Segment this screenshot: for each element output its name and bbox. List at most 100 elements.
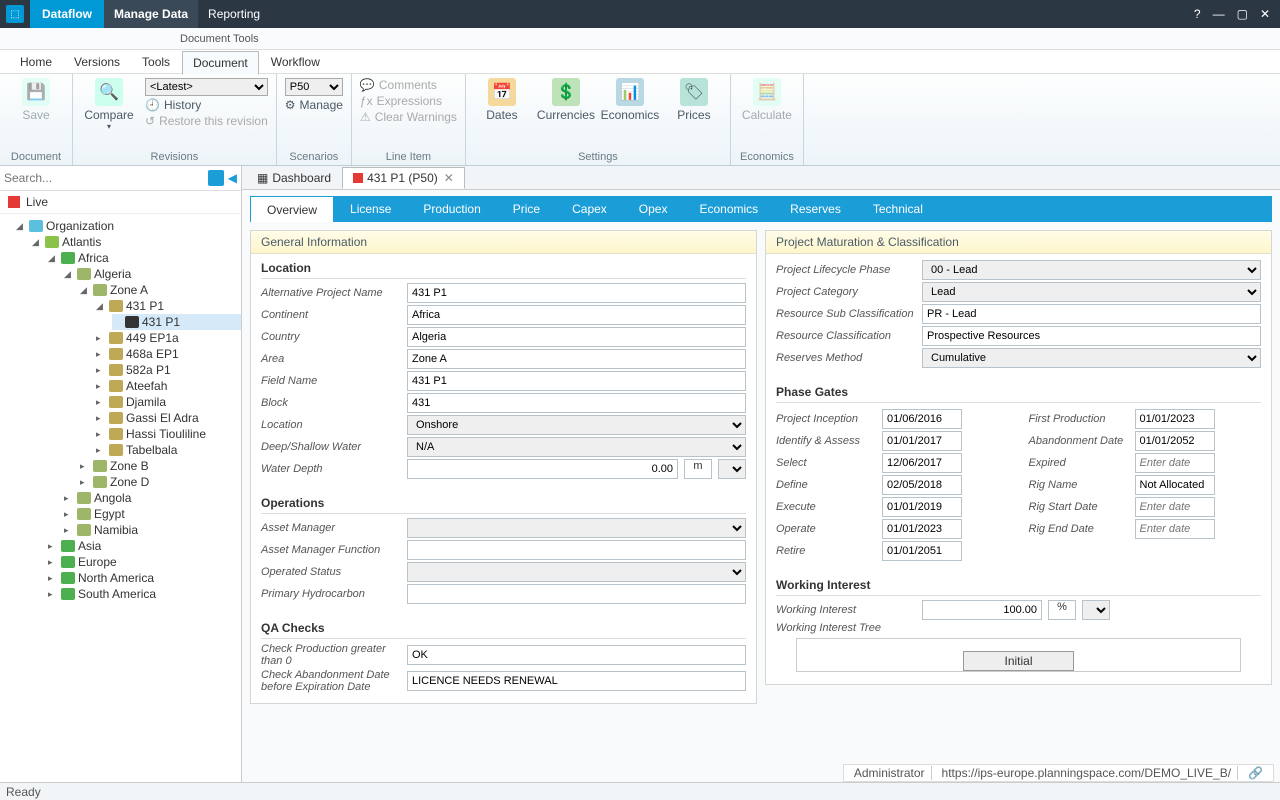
resource-subclass-input[interactable] [922, 304, 1261, 324]
clear-warnings-button[interactable]: ⚠Clear Warnings [360, 110, 457, 124]
tree-angola[interactable]: ▸Angola [64, 490, 241, 506]
tree-ateefah[interactable]: ▸Ateefah [96, 378, 241, 394]
wi-tree-initial[interactable]: Initial [963, 651, 1073, 671]
compare-button[interactable]: 🔍Compare▾ [81, 78, 137, 131]
tree-zone-b[interactable]: ▸Zone B [80, 458, 241, 474]
tab-manage-data[interactable]: Manage Data [104, 0, 198, 28]
tree-northamerica[interactable]: ▸North America [48, 570, 241, 586]
maximize-icon[interactable]: ▢ [1237, 7, 1248, 21]
primary-hydrocarbon-input[interactable] [407, 584, 746, 604]
tree-egypt[interactable]: ▸Egypt [64, 506, 241, 522]
tree-asia[interactable]: ▸Asia [48, 538, 241, 554]
wi-unit-select[interactable] [1082, 600, 1110, 620]
tab-home[interactable]: Home [10, 51, 62, 73]
tree-431p1-parent[interactable]: ◢431 P1 [96, 298, 241, 314]
expressions-button[interactable]: ƒxExpressions [360, 94, 457, 108]
help-icon[interactable]: ? [1194, 7, 1201, 21]
tree-djamila[interactable]: ▸Djamila [96, 394, 241, 410]
location-select[interactable]: Onshore [407, 415, 746, 435]
revision-dropdown[interactable]: <Latest> [145, 78, 268, 96]
continent-input[interactable] [407, 305, 746, 325]
collapse-left-icon[interactable]: ◀ [228, 171, 237, 185]
scenario-dropdown[interactable]: P50 [285, 78, 343, 96]
tree-organization[interactable]: ◢Organization [16, 218, 241, 234]
resource-class-input[interactable] [922, 326, 1261, 346]
restore-button[interactable]: ↺Restore this revision [145, 114, 268, 128]
tree-zone-d[interactable]: ▸Zone D [80, 474, 241, 490]
first-production-input[interactable] [1135, 409, 1215, 429]
prices-button[interactable]: 🏷Prices [666, 78, 722, 122]
select-input[interactable] [882, 453, 962, 473]
tree-hassi[interactable]: ▸Hassi Tiouliline [96, 426, 241, 442]
doctab-dashboard[interactable]: ▦Dashboard [246, 167, 342, 189]
economics-settings-button[interactable]: 📊Economics [602, 78, 658, 122]
live-indicator[interactable]: Live [0, 191, 241, 214]
operate-input[interactable] [882, 519, 962, 539]
country-input[interactable] [407, 327, 746, 347]
rig-start-input[interactable] [1135, 497, 1215, 517]
asset-manager-select[interactable] [407, 518, 746, 538]
tree-europe[interactable]: ▸Europe [48, 554, 241, 570]
tab-tools[interactable]: Tools [132, 51, 180, 73]
qa-abandonment-input[interactable] [407, 671, 746, 691]
field-name-input[interactable] [407, 371, 746, 391]
define-input[interactable] [882, 475, 962, 495]
subtab-reserves[interactable]: Reserves [774, 196, 857, 222]
abandonment-input[interactable] [1135, 431, 1215, 451]
subtab-capex[interactable]: Capex [556, 196, 623, 222]
search-input[interactable] [4, 171, 204, 185]
currencies-button[interactable]: 💲Currencies [538, 78, 594, 122]
water-depth-input[interactable] [407, 459, 678, 479]
qa-production-input[interactable] [407, 645, 746, 665]
subtab-overview[interactable]: Overview [250, 196, 334, 222]
doctab-431p1[interactable]: 431 P1 (P50)✕ [342, 167, 465, 189]
working-interest-input[interactable] [922, 600, 1042, 620]
rig-name-input[interactable] [1135, 475, 1215, 495]
tab-workflow[interactable]: Workflow [261, 51, 330, 73]
tree-468aep1[interactable]: ▸468a EP1 [96, 346, 241, 362]
manage-scenarios-button[interactable]: ⚙Manage [285, 98, 343, 112]
subtab-price[interactable]: Price [497, 196, 556, 222]
calculate-button[interactable]: 🧮Calculate [739, 78, 795, 122]
tree-gassi[interactable]: ▸Gassi El Adra [96, 410, 241, 426]
rig-end-input[interactable] [1135, 519, 1215, 539]
tree-africa[interactable]: ◢Africa [48, 250, 241, 266]
operated-status-select[interactable] [407, 562, 746, 582]
water-depth-type-select[interactable]: N/A [407, 437, 746, 457]
tree-zone-a[interactable]: ◢Zone A [80, 282, 241, 298]
lifecycle-phase-select[interactable]: 00 - Lead [922, 260, 1261, 280]
save-button[interactable]: 💾Save [8, 78, 64, 122]
search-options-icon[interactable] [208, 170, 224, 186]
subtab-opex[interactable]: Opex [623, 196, 684, 222]
expired-input[interactable] [1135, 453, 1215, 473]
tab-versions[interactable]: Versions [64, 51, 130, 73]
comments-button[interactable]: 💬Comments [360, 78, 457, 92]
tree-tabel[interactable]: ▸Tabelbala [96, 442, 241, 458]
dates-button[interactable]: 📅Dates [474, 78, 530, 122]
tree-southamerica[interactable]: ▸South America [48, 586, 241, 602]
reserves-method-select[interactable]: Cumulative [922, 348, 1261, 368]
tree-582ap1[interactable]: ▸582a P1 [96, 362, 241, 378]
tree-449ep1a[interactable]: ▸449 EP1a [96, 330, 241, 346]
depth-unit-select[interactable] [718, 459, 746, 479]
subtab-economics[interactable]: Economics [683, 196, 774, 222]
tree-431p1[interactable]: 431 P1 [112, 314, 241, 330]
close-tab-icon[interactable]: ✕ [444, 171, 454, 185]
tree-namibia[interactable]: ▸Namibia [64, 522, 241, 538]
tree-algeria[interactable]: ◢Algeria [64, 266, 241, 282]
retire-input[interactable] [882, 541, 962, 561]
subtab-technical[interactable]: Technical [857, 196, 939, 222]
asset-manager-function-input[interactable] [407, 540, 746, 560]
alt-project-name-input[interactable] [407, 283, 746, 303]
subtab-production[interactable]: Production [407, 196, 496, 222]
tab-reporting[interactable]: Reporting [198, 0, 270, 28]
identify-input[interactable] [882, 431, 962, 451]
block-input[interactable] [407, 393, 746, 413]
inception-input[interactable] [882, 409, 962, 429]
project-category-select[interactable]: Lead [922, 282, 1261, 302]
close-icon[interactable]: ✕ [1260, 7, 1270, 21]
tree-atlantis[interactable]: ◢Atlantis [32, 234, 241, 250]
history-button[interactable]: 🕘History [145, 98, 268, 112]
tab-document[interactable]: Document [182, 51, 259, 75]
subtab-license[interactable]: License [334, 196, 407, 222]
